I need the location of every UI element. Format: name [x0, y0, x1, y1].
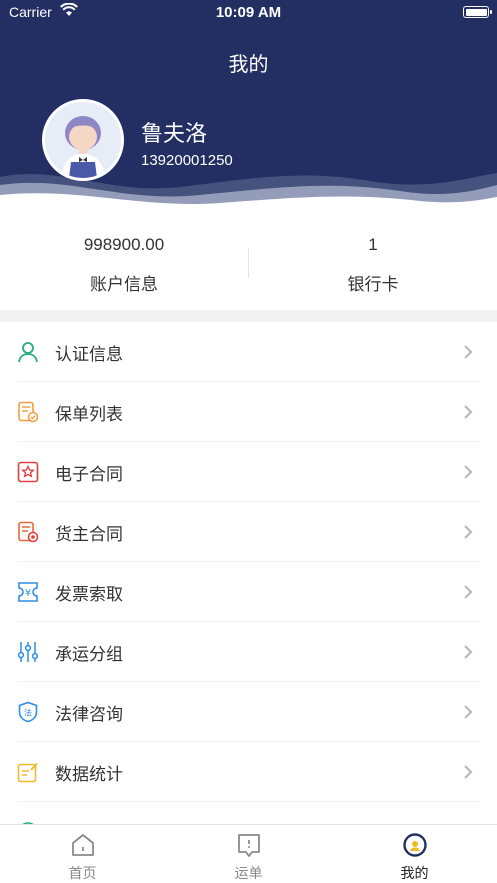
chevron-right-icon [464, 345, 473, 359]
chevron-right-icon [464, 405, 473, 419]
menu-item-label: 发票索取 [55, 585, 123, 605]
svg-text:¥: ¥ [25, 588, 31, 599]
profile-header: Carrier 10:09 AM 我的 鲁夫洛 13920001250 [0, 0, 497, 216]
shipper-contract-icon [18, 521, 39, 543]
avatar-illustration-icon [61, 116, 105, 178]
law-shield-icon: 法 [18, 701, 38, 723]
battery-icon [463, 6, 492, 18]
tab-waybill-label: 运单 [234, 866, 263, 882]
menu-item-legal-consult[interactable]: 法 法律咨询 [0, 682, 497, 742]
status-time: 10:09 AM [215, 4, 282, 21]
menu-item-label: 法律咨询 [55, 705, 123, 725]
bank-card-label: 银行卡 [347, 275, 399, 295]
menu-item-label: 承运分组 [55, 645, 123, 665]
menu-item-label: 保单列表 [55, 405, 123, 425]
menu-item-statistics[interactable]: 数据统计 [0, 742, 497, 802]
menu-item-policy-list[interactable]: 保单列表 [0, 382, 497, 442]
sliders-icon [17, 642, 39, 662]
chevron-right-icon [464, 645, 473, 659]
svg-text:法: 法 [24, 708, 32, 718]
user-phone: 13920001250 [141, 152, 233, 169]
menu-item-shipper-contract[interactable]: 货主合同 [0, 502, 497, 562]
chevron-right-icon [464, 705, 473, 719]
menu-item-label: 电子合同 [55, 465, 123, 485]
menu-item-partial[interactable] [0, 802, 497, 824]
menu-list: 认证信息 保单列表 电子合同 货主合同 ¥ 发票索取 承运分组 法 法律咨询 数… [0, 322, 497, 824]
tab-home-label: 首页 [68, 866, 97, 882]
user-name: 鲁夫洛 [141, 122, 208, 147]
chevron-right-icon [464, 765, 473, 779]
tab-bar: 首页 运单 我的 [0, 824, 497, 883]
waybill-icon [238, 834, 260, 857]
statistics-icon [17, 762, 38, 783]
page-title: 我的 [228, 52, 269, 76]
menu-item-invoice[interactable]: ¥ 发票索取 [0, 562, 497, 622]
user-icon [18, 342, 38, 363]
menu-item-label: 货主合同 [55, 525, 123, 545]
tab-home[interactable]: 首页 [0, 825, 165, 883]
invoice-icon: ¥ [18, 582, 38, 602]
chevron-right-icon [464, 525, 473, 539]
menu-item-certification[interactable]: 认证信息 [0, 322, 497, 382]
tab-profile[interactable]: 我的 [332, 825, 497, 883]
e-contract-icon [17, 461, 39, 483]
bank-card-count: 1 [368, 235, 378, 254]
account-stats: 998900.00 账户信息 1 银行卡 [0, 216, 497, 310]
stat-account-info[interactable]: 998900.00 账户信息 [0, 216, 248, 310]
menu-item-label: 认证信息 [55, 345, 123, 365]
stat-bank-card[interactable]: 1 银行卡 [249, 216, 497, 310]
chevron-right-icon [464, 585, 473, 599]
menu-item-e-contract[interactable]: 电子合同 [0, 442, 497, 502]
chevron-right-icon [464, 465, 473, 479]
account-balance: 998900.00 [83, 235, 165, 254]
home-icon [72, 834, 94, 856]
menu-item-label: 数据统计 [55, 765, 123, 785]
avatar[interactable] [42, 99, 124, 181]
profile-icon [403, 833, 427, 857]
status-bar: Carrier 10:09 AM [0, 0, 497, 26]
tab-waybill[interactable]: 运单 [166, 825, 331, 883]
policy-list-icon [18, 401, 39, 423]
tab-profile-label: 我的 [400, 866, 429, 882]
account-info-label: 账户信息 [90, 275, 158, 295]
menu-item-carrier-group[interactable]: 承运分组 [0, 622, 497, 682]
